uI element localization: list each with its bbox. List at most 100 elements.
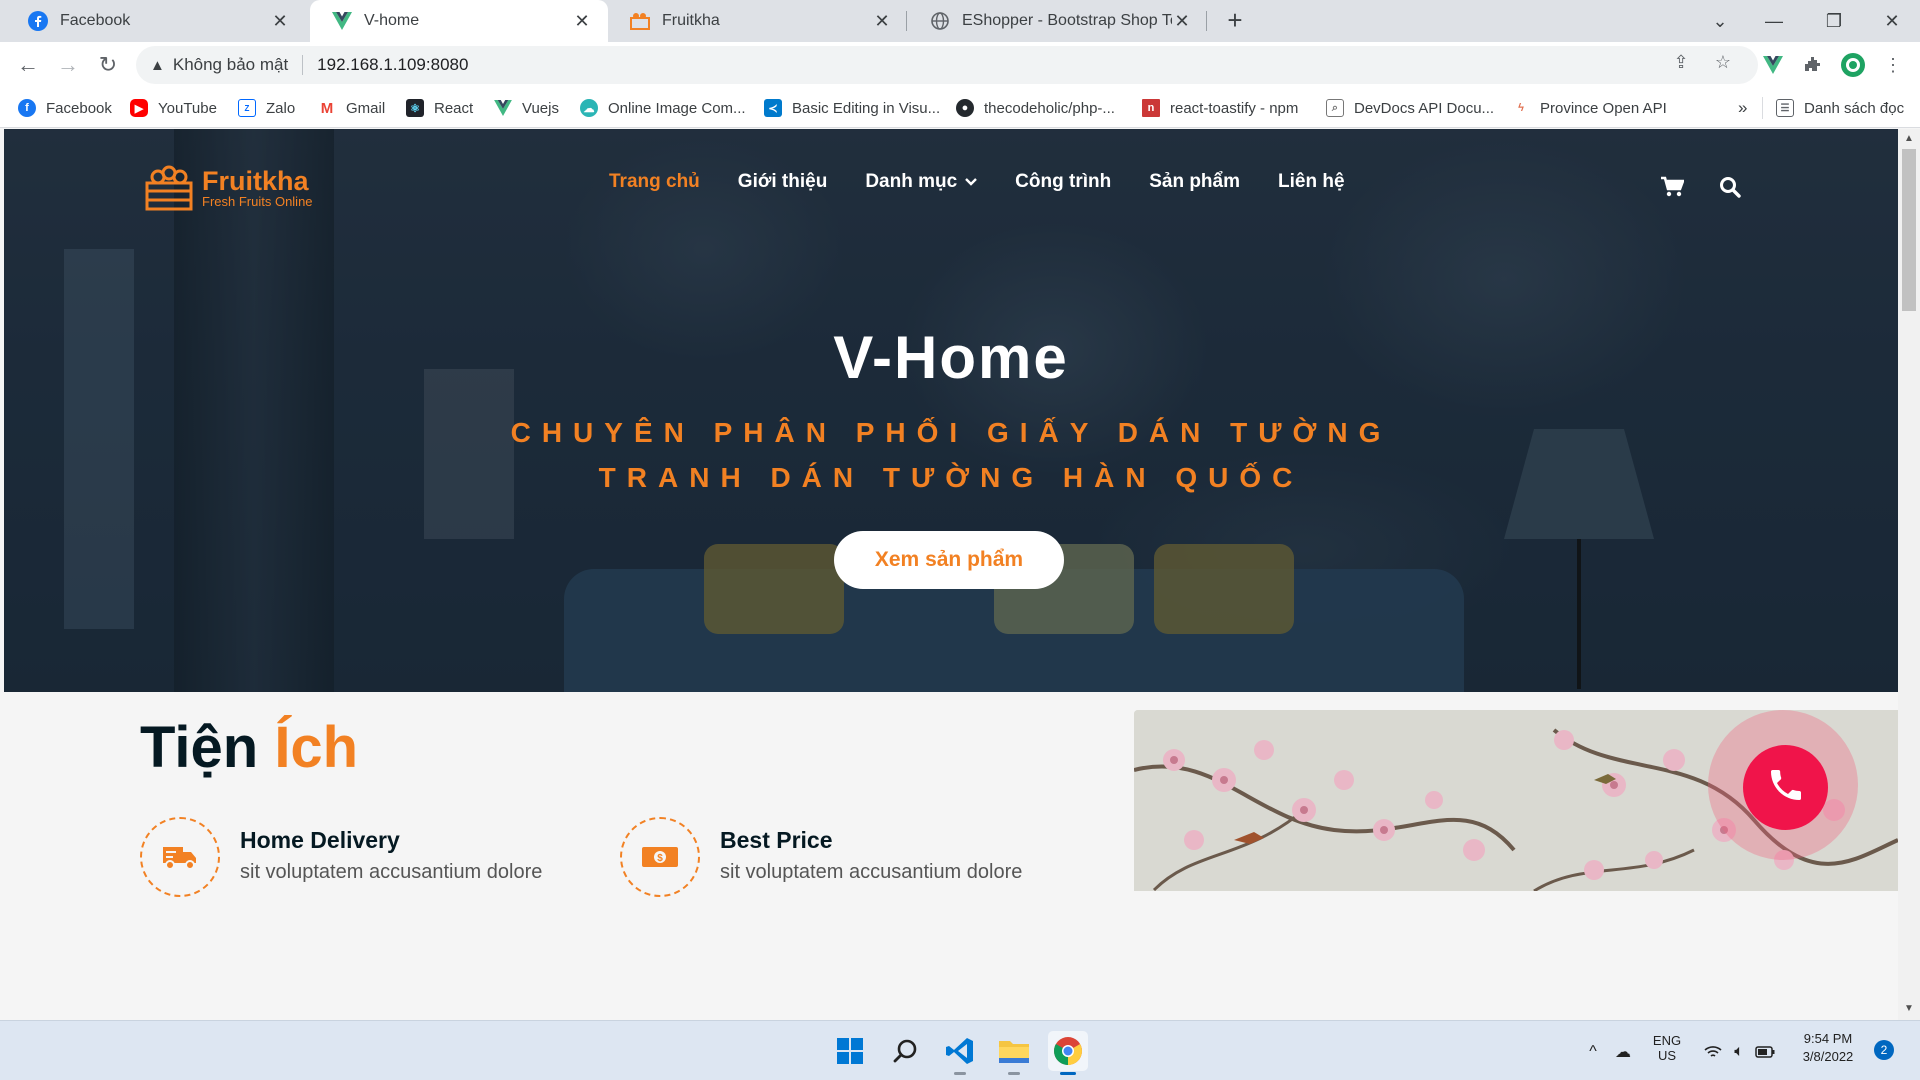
chrome-taskbar-icon[interactable] <box>1048 1031 1088 1075</box>
scroll-up-icon[interactable]: ▲ <box>1903 133 1915 145</box>
call-button[interactable] <box>1743 745 1828 830</box>
running-indicator <box>1008 1072 1020 1075</box>
hero-overlay <box>4 129 1898 692</box>
logo-text: Fruitkha Fresh Fruits Online <box>202 167 313 209</box>
tab-search-icon[interactable]: ⌄ <box>1692 0 1748 42</box>
tray-overflow-icon[interactable]: ^ <box>1582 1041 1604 1063</box>
bookmark-label: Province Open API <box>1540 99 1667 117</box>
money-icon: $ <box>620 817 700 897</box>
search-icon[interactable] <box>886 1031 926 1071</box>
view-products-button[interactable]: Xem sản phẩm <box>834 531 1064 589</box>
running-indicator <box>1060 1072 1076 1075</box>
bookmark-star-icon[interactable]: ☆ <box>1712 51 1734 73</box>
url-text[interactable]: 192.168.1.109:8080 <box>317 55 468 75</box>
tab-title: Facebook <box>60 12 131 29</box>
tab-title: EShopper - Bootstrap Shop Temp <box>962 12 1172 29</box>
reading-list-label: Danh sách đọc <box>1804 99 1905 117</box>
react-icon: ⚛ <box>406 99 424 117</box>
windows-taskbar: ^ ☁ ENG US 🔈︎ 9:54 PM 3/8/2022 <box>0 1020 1920 1080</box>
windows-start-icon[interactable] <box>830 1031 870 1071</box>
file-explorer-icon[interactable] <box>994 1031 1034 1075</box>
reload-icon[interactable]: ↻ <box>92 49 124 81</box>
utilities-heading-part2: Ích <box>274 715 359 780</box>
search-icon[interactable] <box>1716 173 1744 201</box>
share-icon[interactable]: ⇪ <box>1670 51 1692 73</box>
onedrive-icon[interactable]: ☁ <box>1612 1041 1634 1063</box>
chevron-down-icon <box>965 175 978 189</box>
bookmark-label: Online Image Com... <box>608 99 746 117</box>
reading-list[interactable]: ☰ Danh sách đọc <box>1776 97 1904 119</box>
address-bar[interactable]: ▲ Không bảo mật 192.168.1.109:8080 <box>136 46 1758 84</box>
tab-separator <box>906 11 907 31</box>
notification-badge[interactable]: 2 <box>1874 1040 1894 1060</box>
tab-v-home[interactable]: V-home ✕ <box>310 0 608 42</box>
cart-icon[interactable] <box>1658 173 1686 201</box>
bookmark-react-toastify[interactable]: n react-toastify - npm <box>1142 97 1298 119</box>
nav-item-cong-trinh[interactable]: Công trình <box>1015 171 1111 193</box>
tab-close-icon[interactable]: ✕ <box>1172 11 1192 31</box>
bookmark-youtube[interactable]: ▶ YouTube <box>130 97 217 119</box>
new-tab-button[interactable]: + <box>1222 7 1248 34</box>
nav-item-trang-chu[interactable]: Trang chủ <box>609 171 700 193</box>
bookmark-gmail[interactable]: M Gmail <box>318 97 385 119</box>
scrollbar-thumb[interactable] <box>1902 149 1916 311</box>
fruitkha-icon <box>630 11 650 31</box>
bookmark-vscode[interactable]: ≺ Basic Editing in Visu... <box>764 97 940 119</box>
bookmark-zalo[interactable]: Z Zalo <box>238 97 295 119</box>
truck-icon <box>140 817 220 897</box>
nav-item-danh-muc[interactable]: Danh mục <box>865 171 978 193</box>
nav-item-gioi-thieu[interactable]: Giới thiệu <box>738 171 828 193</box>
volume-icon[interactable]: 🔈︎ <box>1728 1041 1750 1063</box>
page-scrollbar[interactable]: ▲ ▼ <box>1898 129 1920 1020</box>
extensions-icon[interactable] <box>1800 52 1826 78</box>
tab-title: Fruitkha <box>662 12 720 29</box>
bookmark-online-image[interactable]: ☁ Online Image Com... <box>580 97 746 119</box>
tab-eshopper[interactable]: EShopper - Bootstrap Shop Temp ✕ <box>908 0 1208 42</box>
scroll-down-icon[interactable]: ▼ <box>1903 1003 1915 1015</box>
language-indicator[interactable]: ENG US <box>1650 1033 1684 1063</box>
battery-icon[interactable] <box>1754 1041 1776 1063</box>
bookmark-label: Basic Editing in Visu... <box>792 99 941 117</box>
minimize-icon[interactable]: — <box>1746 0 1802 42</box>
bookmark-devdocs[interactable]: ⌕ DevDocs API Docu... <box>1326 97 1494 119</box>
tab-title: V-home <box>364 12 420 29</box>
forward-icon[interactable]: → <box>52 49 84 81</box>
feature-home-delivery: Home Delivery sit voluptatem accusantium… <box>140 817 590 897</box>
tab-facebook[interactable]: Facebook ✕ <box>6 0 306 42</box>
bookmarks-bar: f Facebook ▶ YouTube Z Zalo M Gmail ⚛ Re… <box>0 88 1920 128</box>
phone-icon <box>1766 765 1806 810</box>
tab-close-icon[interactable]: ✕ <box>872 11 892 31</box>
back-icon[interactable]: ← <box>12 49 44 81</box>
tab-close-icon[interactable]: ✕ <box>572 11 592 31</box>
vue-devtools-icon[interactable] <box>1760 52 1786 78</box>
bookmark-facebook[interactable]: f Facebook <box>18 97 112 119</box>
browser-toolbar: ← → ↻ ▲ Không bảo mật 192.168.1.109:8080… <box>0 42 1920 88</box>
devdocs-icon: ⌕ <box>1326 99 1344 117</box>
more-bookmarks-icon[interactable]: » <box>1738 97 1747 119</box>
bookmark-vuejs[interactable]: Vuejs <box>494 97 559 119</box>
restore-icon[interactable]: ❐ <box>1806 0 1862 42</box>
close-window-icon[interactable]: ✕ <box>1864 0 1920 42</box>
tab-fruitkha[interactable]: Fruitkha ✕ <box>608 0 908 42</box>
site-logo[interactable]: Fruitkha Fresh Fruits Online <box>144 165 313 211</box>
utilities-heading-part1: Tiện <box>140 715 259 780</box>
nav-item-lien-he[interactable]: Liên hệ <box>1278 171 1345 193</box>
warning-icon[interactable]: ▲ <box>150 57 165 74</box>
bookmark-label: react-toastify - npm <box>1170 99 1299 117</box>
github-icon: ● <box>956 99 974 117</box>
bookmark-github[interactable]: ● thecodeholic/php-... <box>956 97 1115 119</box>
bookmark-label: YouTube <box>158 99 217 117</box>
hero-section: Fruitkha Fresh Fruits Online Trang chủ G… <box>4 129 1898 692</box>
tab-close-icon[interactable]: ✕ <box>270 11 290 31</box>
bookmarks-divider <box>1762 97 1763 119</box>
clock[interactable]: 9:54 PM 3/8/2022 <box>1790 1031 1866 1064</box>
vscode-taskbar-icon[interactable] <box>940 1031 980 1075</box>
security-label[interactable]: Không bảo mật <box>173 55 288 75</box>
wifi-icon[interactable] <box>1702 1041 1724 1063</box>
nav-item-san-pham[interactable]: Sản phẩm <box>1149 171 1240 193</box>
profile-avatar[interactable] <box>1840 52 1866 78</box>
bookmark-react[interactable]: ⚛ React <box>406 97 473 119</box>
menu-icon[interactable]: ⋮ <box>1880 52 1906 78</box>
clock-time: 9:54 PM <box>1803 1031 1853 1046</box>
bookmark-province-api[interactable]: ϟ Province Open API <box>1512 97 1667 119</box>
